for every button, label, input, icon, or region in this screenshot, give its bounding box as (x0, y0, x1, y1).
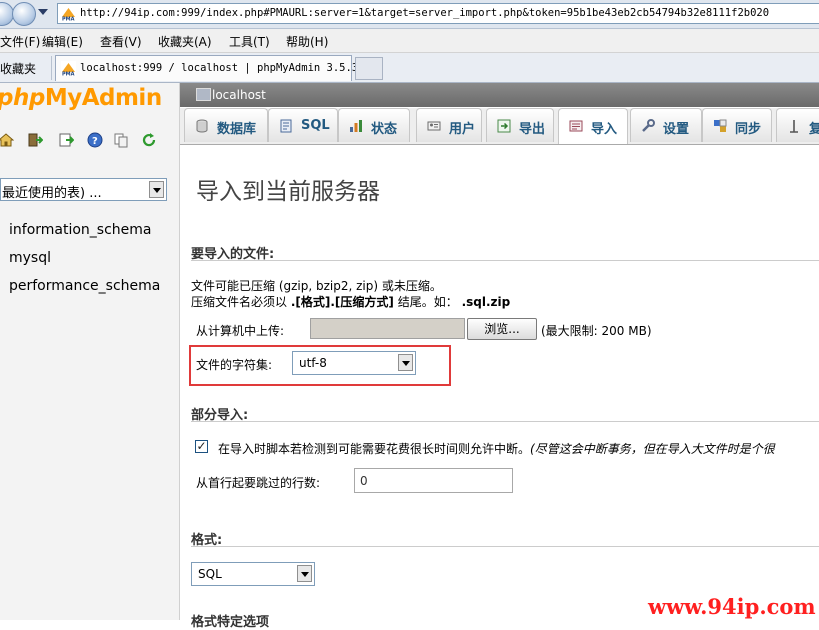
exit-icon[interactable] (27, 132, 43, 148)
skip-rows-label: 从首行起要跳过的行数: (196, 476, 321, 490)
copy-icon[interactable] (113, 132, 129, 148)
tab-import[interactable]: 导入 (558, 108, 628, 144)
menu-tools[interactable]: 工具(T) (229, 33, 270, 50)
tab-users[interactable]: 用户 (416, 108, 482, 142)
menu-edit[interactable]: 编辑(E) (42, 33, 83, 50)
format-select[interactable]: SQL (191, 562, 315, 586)
wrench-icon (642, 119, 655, 132)
svg-text:?: ? (92, 136, 98, 147)
tab-synchronize[interactable]: 同步 (702, 108, 772, 142)
upload-label: 从计算机中上传: (196, 324, 285, 338)
server-icon (196, 88, 211, 101)
browser-tab-title: localhost:999 / localhost | phpMyAdmin 3… (80, 62, 359, 74)
sql-icon (280, 119, 292, 133)
format-options-heading: 格式特定选项 (191, 615, 270, 630)
file-path-input[interactable] (310, 318, 465, 339)
tab-export[interactable]: 导出 (486, 108, 554, 142)
compression-note: 文件可能已压缩 (gzip, bzip2, zip) 或未压缩。 (191, 279, 442, 293)
divider (191, 260, 819, 261)
db-link-mysql[interactable]: mysql (9, 250, 51, 266)
tab-databases[interactable]: 数据库 (184, 108, 268, 142)
nav-icon-bar: ? (0, 132, 175, 150)
new-tab-button[interactable] (355, 57, 383, 80)
charset-label: 文件的字符集: (196, 358, 273, 372)
chevron-down-icon[interactable] (38, 9, 48, 15)
divider (191, 546, 819, 547)
browser-tab[interactable]: PMA localhost:999 / localhost | phpMyAdm… (55, 55, 358, 81)
phpmyadmin-logo[interactable]: phpMyAdmin (0, 85, 162, 111)
allow-interrupt-checkbox[interactable]: ✓ (195, 440, 208, 453)
tab-sql[interactable]: SQL (268, 108, 338, 142)
chevron-down-icon (398, 354, 413, 371)
help-icon[interactable]: ? (87, 132, 103, 148)
allow-interrupt-label[interactable]: 在导入时脚本若检测到可能需要花费很长时间则允许中断。(尽管这会中断事务，但在导入… (218, 440, 775, 457)
menu-file[interactable]: 文件(F) (0, 33, 40, 50)
browser-address-row: PMA http://94ip.com:999/index.php#PMAURL… (0, 0, 819, 29)
export-icon (497, 119, 511, 133)
database-icon (196, 119, 208, 133)
browser-menu-bar: 文件(F) 编辑(E) 查看(V) 收藏夹(A) 工具(T) 帮助(H) (0, 29, 819, 53)
chevron-down-icon (297, 565, 312, 582)
svg-text:PMA: PMA (62, 17, 75, 22)
tab-status[interactable]: 状态 (338, 108, 410, 142)
query-window-icon[interactable] (58, 132, 74, 148)
compression-filename-note: 压缩文件名必须以 .[格式].[压缩方式] 结尾。如： .sql.zip (191, 295, 511, 309)
browser-tab-strip: 收藏夹 PMA localhost:999 / localhost | phpM… (0, 53, 819, 83)
svg-text:PMA: PMA (62, 72, 75, 77)
page-title: 导入到当前服务器 (196, 179, 380, 205)
browse-button[interactable]: 浏览... (467, 318, 537, 340)
pma-favicon-icon: PMA (61, 61, 76, 76)
import-icon (569, 120, 583, 132)
max-size-label: (最大限制: 200 MB) (541, 324, 652, 338)
menu-help[interactable]: 帮助(H) (286, 33, 328, 50)
address-url: http://94ip.com:999/index.php#PMAURL:ser… (80, 7, 770, 19)
menu-favorites[interactable]: 收藏夹(A) (158, 33, 212, 50)
server-breadcrumb-bar: localhost (180, 83, 819, 107)
charset-select[interactable]: utf-8 (292, 351, 416, 375)
skip-rows-input[interactable]: 0 (354, 468, 513, 493)
reload-icon[interactable] (141, 132, 157, 148)
home-icon[interactable] (0, 132, 14, 148)
recent-tables-select[interactable]: 最近使用的表) ... (0, 178, 167, 201)
menu-view[interactable]: 查看(V) (100, 33, 142, 50)
pma-favicon-icon: PMA (61, 6, 76, 21)
sync-icon (714, 119, 727, 132)
db-link-performance-schema[interactable]: performance_schema (9, 278, 160, 294)
favorites-label[interactable]: 收藏夹 (0, 60, 36, 77)
users-icon (427, 121, 441, 131)
server-breadcrumb[interactable]: localhost (212, 88, 266, 102)
divider (191, 421, 819, 422)
replication-icon (790, 120, 798, 133)
address-bar[interactable]: PMA http://94ip.com:999/index.php#PMAURL… (57, 3, 819, 24)
navigation-panel: phpMyAdmin ? 最近使用的表) ... information_sch… (0, 83, 180, 620)
db-link-information-schema[interactable]: information_schema (9, 222, 152, 238)
tab-replication[interactable]: 复 (776, 108, 819, 142)
status-chart-icon (350, 120, 362, 132)
chevron-down-icon (149, 181, 164, 198)
site-watermark: www.94ip.com (648, 594, 816, 619)
forward-button[interactable] (12, 2, 36, 26)
tab-settings[interactable]: 设置 (630, 108, 702, 142)
top-menu-tabs: 数据库 SQL 状态 用户 导出 导入 设置 同步 复 (180, 108, 819, 145)
divider (51, 56, 52, 80)
